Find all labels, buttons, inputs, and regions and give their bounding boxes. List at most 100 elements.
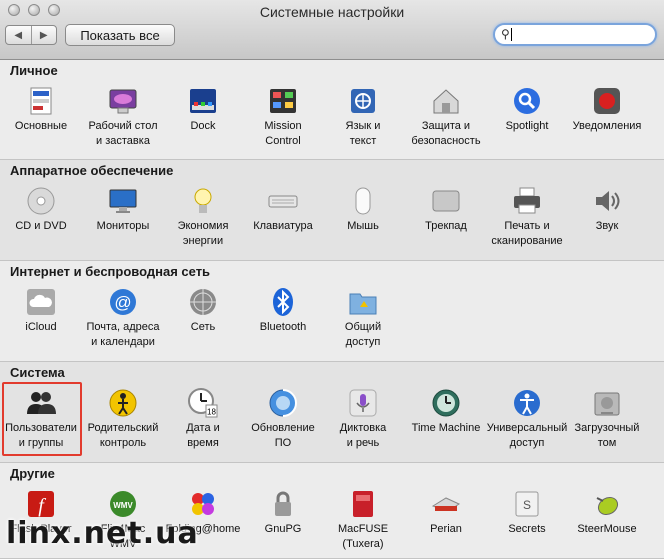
desktop-icon [107, 85, 139, 117]
sound-icon [591, 185, 623, 217]
security-icon [430, 85, 462, 117]
section-1: Аппаратное обеспечение CD и DVD Мониторы Эк… [0, 160, 664, 261]
pref-pane-label: Диктовка и речь [339, 422, 387, 449]
search-icon: ⚲ [501, 27, 510, 41]
pref-pane-accessibility[interactable]: Универсальный доступ [486, 387, 568, 451]
pref-pane-desktop[interactable]: Рабочий стол и заставка [82, 85, 164, 149]
pref-pane-perian[interactable]: Perian [405, 488, 487, 537]
bluetooth-icon [267, 286, 299, 318]
section-3: Система Пользователи и группы Родительский к… [0, 362, 664, 463]
dock-icon [187, 85, 219, 117]
pref-pane-general[interactable]: Основные [0, 85, 82, 134]
pref-pane-label: Обновление ПО [251, 422, 315, 449]
window-title: Системные настройки [259, 4, 405, 20]
pref-pane-mouse[interactable]: Мышь [322, 185, 404, 234]
secrets-icon: S [511, 488, 543, 520]
pref-pane-network[interactable]: Сеть [162, 286, 244, 335]
pref-pane-trackpad[interactable]: Трекпад [405, 185, 487, 234]
pref-pane-label: Звук [595, 220, 619, 232]
chevron-left-icon: ◀ [14, 29, 23, 41]
update-icon [267, 387, 299, 419]
pref-pane-label: Spotlight [505, 120, 549, 132]
pref-pane-keyboard[interactable]: Клавиатура [242, 185, 324, 234]
pref-pane-sharing[interactable]: Общий доступ [322, 286, 404, 350]
pref-pane-steermouse[interactable]: SteerMouse [566, 488, 648, 537]
pref-pane-label: Трекпад [425, 220, 467, 232]
section-title: Система [10, 365, 65, 380]
mouse-icon [347, 185, 379, 217]
pref-pane-startup-disk[interactable]: Загрузочный том [566, 387, 648, 451]
pref-pane-energy[interactable]: Экономия энергии [162, 185, 244, 249]
trackpad-icon [430, 185, 462, 217]
mail-icon: @ [107, 286, 139, 318]
pref-pane-label: Сеть [190, 321, 216, 333]
section-0: Личное Основные Рабочий стол и заставка Dock… [0, 60, 664, 160]
pref-pane-notifications[interactable]: Уведомления [566, 85, 648, 134]
pref-pane-spotlight[interactable]: Spotlight [486, 85, 568, 134]
pref-pane-bluetooth[interactable]: Bluetooth [242, 286, 324, 335]
pref-pane-language[interactable]: Язык и текст [322, 85, 404, 149]
displays-icon [107, 185, 139, 217]
pref-pane-label: Мониторы [96, 220, 150, 232]
icloud-icon [25, 286, 57, 318]
forward-button[interactable]: ▶ [30, 26, 57, 44]
pref-pane-label: Time Machine [411, 422, 481, 434]
pref-pane-label: GnuPG [264, 523, 302, 535]
pref-pane-secrets[interactable]: S Secrets [486, 488, 568, 537]
gnupg-icon [267, 488, 299, 520]
pref-pane-label: Основные [14, 120, 68, 132]
pref-pane-displays[interactable]: Мониторы [82, 185, 164, 234]
pref-pane-label: Dock [190, 120, 216, 132]
pref-pane-label: Универсальный доступ [486, 422, 568, 449]
pref-pane-label: Язык и текст [345, 120, 381, 147]
pref-pane-label: Дата и время [186, 422, 220, 449]
pref-pane-cd-dvd[interactable]: CD и DVD [0, 185, 82, 234]
chevron-right-icon: ▶ [39, 29, 48, 41]
energy-icon [187, 185, 219, 217]
pref-pane-label: CD и DVD [15, 220, 67, 232]
parental-icon [107, 387, 139, 419]
pref-pane-label: Bluetooth [259, 321, 307, 333]
mission-control-icon [267, 85, 299, 117]
pref-pane-update[interactable]: Обновление ПО [242, 387, 324, 451]
pref-pane-security[interactable]: Защита и безопасность [405, 85, 487, 149]
svg-text:S: S [523, 498, 531, 512]
pref-pane-mission-control[interactable]: Mission Control [242, 85, 324, 149]
accessibility-icon [511, 387, 543, 419]
perian-icon [430, 488, 462, 520]
text-caret [511, 28, 512, 41]
pref-pane-label: Родительский контроль [87, 422, 159, 449]
pref-pane-parental[interactable]: Родительский контроль [82, 387, 164, 451]
back-forward-control[interactable]: ◀ ▶ [5, 25, 57, 45]
back-button[interactable]: ◀ [6, 26, 31, 44]
pref-pane-icloud[interactable]: iCloud [0, 286, 82, 335]
svg-text:WMV: WMV [113, 501, 133, 510]
pref-pane-label: Загрузочный том [574, 422, 640, 449]
section-title: Аппаратное обеспечение [10, 163, 174, 178]
pref-pane-dictation[interactable]: Диктовка и речь [322, 387, 404, 451]
pref-pane-gnupg[interactable]: GnuPG [242, 488, 324, 537]
pref-pane-label: Общий доступ [344, 321, 382, 348]
titlebar: Системные настройки ◀ ▶ Показать все ⚲ [0, 0, 664, 60]
pref-pane-label: iCloud [25, 321, 57, 333]
pref-pane-label: Perian [430, 523, 462, 535]
steermouse-icon [591, 488, 623, 520]
selection-highlight [2, 382, 82, 456]
pref-pane-dock[interactable]: Dock [162, 85, 244, 134]
pref-pane-sound[interactable]: Звук [566, 185, 648, 234]
pref-pane-time-machine[interactable]: Time Machine [405, 387, 487, 436]
keyboard-icon [267, 185, 299, 217]
spotlight-icon [511, 85, 543, 117]
pref-pane-datetime[interactable]: 18 Дата и время [162, 387, 244, 451]
pref-pane-label: Mission Control [264, 120, 302, 147]
time-machine-icon [430, 387, 462, 419]
search-field[interactable]: ⚲ [493, 23, 657, 46]
show-all-button[interactable]: Показать все [65, 24, 175, 46]
section-title: Интернет и беспроводная сеть [10, 264, 211, 279]
pref-pane-mail[interactable]: @ Почта, адреса и календари [82, 286, 164, 350]
startup-disk-icon [591, 387, 623, 419]
pref-pane-macfuse[interactable]: MacFUSE (Tuxera) [322, 488, 404, 552]
pref-pane-label: Уведомления [572, 120, 642, 132]
dictation-icon [347, 387, 379, 419]
pref-pane-printer[interactable]: Печать и сканирование [486, 185, 568, 249]
